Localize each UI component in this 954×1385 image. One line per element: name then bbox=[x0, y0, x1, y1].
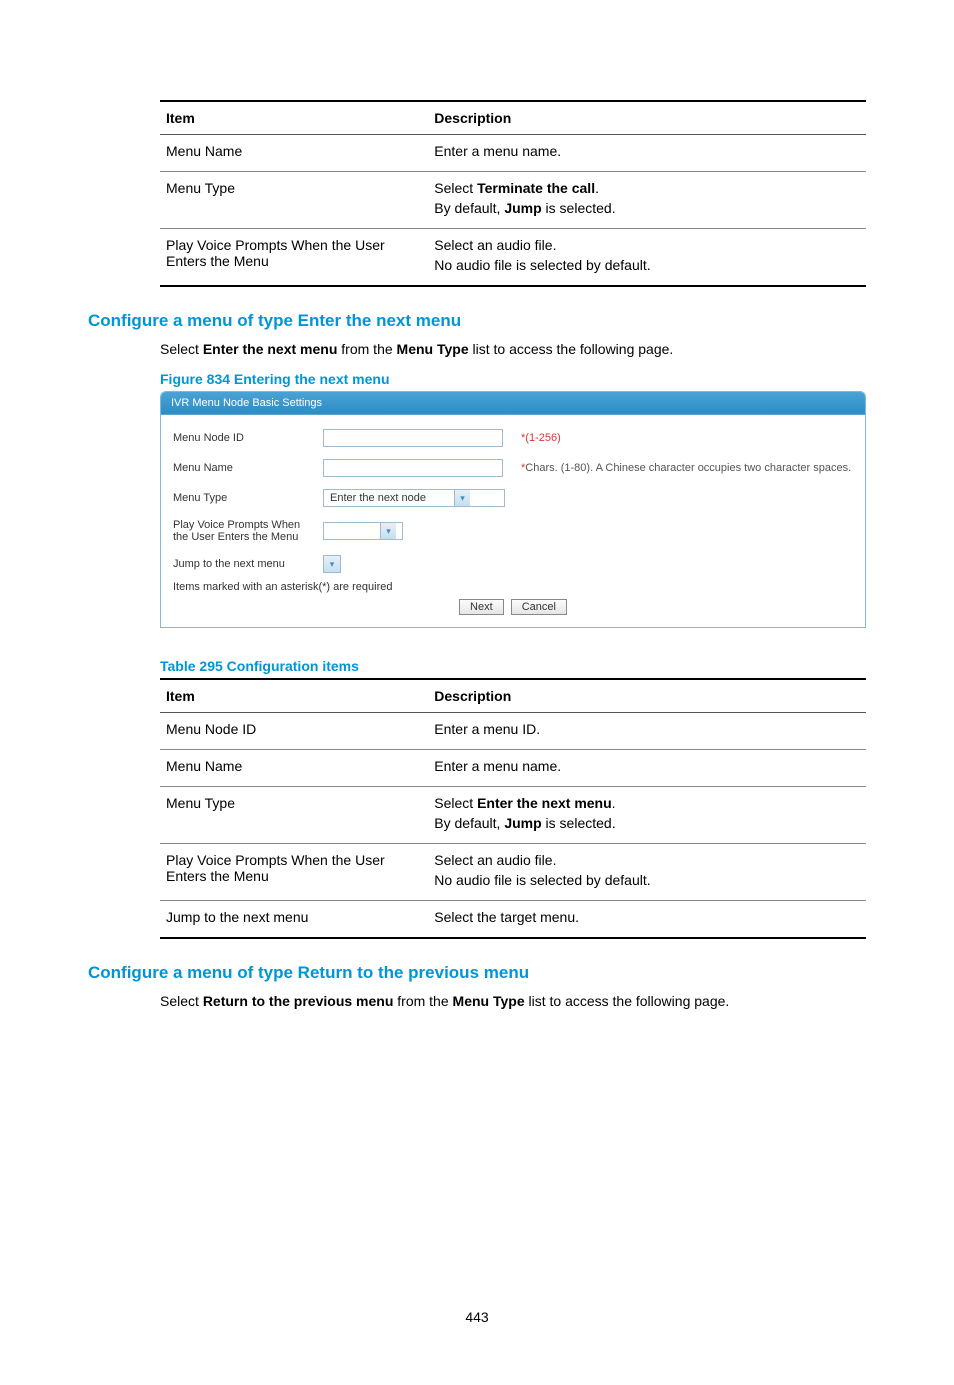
ivr-settings-panel: IVR Menu Node Basic Settings Menu Node I… bbox=[160, 391, 866, 628]
panel-header: IVR Menu Node Basic Settings bbox=[161, 392, 865, 415]
chevron-down-icon: ▾ bbox=[324, 556, 340, 572]
config-table-terminate: Item Description Menu NameEnter a menu n… bbox=[160, 100, 866, 287]
table-row: Menu TypeSelect Enter the next menu.By d… bbox=[160, 787, 866, 844]
cancel-button[interactable]: Cancel bbox=[511, 599, 567, 615]
table-row: Play Voice Prompts When the User Enters … bbox=[160, 844, 866, 901]
table-a-body: Menu NameEnter a menu name.Menu TypeSele… bbox=[160, 135, 866, 287]
select-voice-prompt[interactable]: ▾ bbox=[323, 522, 403, 540]
cell-item: Menu Name bbox=[160, 750, 428, 787]
cell-item: Play Voice Prompts When the User Enters … bbox=[160, 844, 428, 901]
table-row: Menu Node IDEnter a menu ID. bbox=[160, 713, 866, 750]
config-table-enter-next: Item Description Menu Node IDEnter a men… bbox=[160, 678, 866, 939]
label-voice-prompt: Play Voice Prompts When the User Enters … bbox=[173, 519, 323, 543]
cell-item: Menu Node ID bbox=[160, 713, 428, 750]
section-heading-enter-next: Configure a menu of type Enter the next … bbox=[88, 311, 866, 331]
label-menu-node-id: Menu Node ID bbox=[173, 432, 323, 444]
cell-item: Jump to the next menu bbox=[160, 901, 428, 939]
hint-id: *(1-256) bbox=[521, 432, 561, 444]
table-b-caption: Table 295 Configuration items bbox=[160, 658, 866, 674]
select-menu-type[interactable]: Enter the next node ▾ bbox=[323, 489, 505, 507]
cell-desc: Select Enter the next menu.By default, J… bbox=[428, 787, 866, 844]
chevron-down-icon: ▾ bbox=[454, 490, 470, 506]
input-menu-node-id[interactable] bbox=[323, 429, 503, 447]
table-b-body: Menu Node IDEnter a menu ID.Menu NameEnt… bbox=[160, 713, 866, 939]
cell-desc: Enter a menu name. bbox=[428, 750, 866, 787]
cell-desc: Select Terminate the call.By default, Ju… bbox=[428, 172, 866, 229]
label-jump-next: Jump to the next menu bbox=[173, 558, 323, 570]
cell-desc: Enter a menu ID. bbox=[428, 713, 866, 750]
section1-text: Select Enter the next menu from the Menu… bbox=[160, 341, 866, 357]
cell-item: Menu Type bbox=[160, 172, 428, 229]
figure-caption: Figure 834 Entering the next menu bbox=[160, 371, 866, 387]
chevron-down-icon: ▾ bbox=[380, 523, 396, 539]
table-row: Menu NameEnter a menu name. bbox=[160, 750, 866, 787]
cell-item: Play Voice Prompts When the User Enters … bbox=[160, 229, 428, 287]
th-desc: Description bbox=[428, 101, 866, 135]
table-row: Menu TypeSelect Terminate the call.By de… bbox=[160, 172, 866, 229]
label-menu-name: Menu Name bbox=[173, 462, 323, 474]
th-item: Item bbox=[160, 679, 428, 713]
cell-desc: Select an audio file.No audio file is se… bbox=[428, 229, 866, 287]
hint-name: **Chars. (1-80). A Chinese character occ… bbox=[521, 462, 851, 474]
cell-item: Menu Type bbox=[160, 787, 428, 844]
input-menu-name[interactable] bbox=[323, 459, 503, 477]
next-button[interactable]: Next bbox=[459, 599, 504, 615]
cell-item: Menu Name bbox=[160, 135, 428, 172]
cell-desc: Enter a menu name. bbox=[428, 135, 866, 172]
section-heading-return-prev: Configure a menu of type Return to the p… bbox=[88, 963, 866, 983]
label-menu-type: Menu Type bbox=[173, 492, 323, 504]
table-row: Menu NameEnter a menu name. bbox=[160, 135, 866, 172]
th-desc: Description bbox=[428, 679, 866, 713]
cell-desc: Select the target menu. bbox=[428, 901, 866, 939]
cell-desc: Select an audio file.No audio file is se… bbox=[428, 844, 866, 901]
table-row: Jump to the next menuSelect the target m… bbox=[160, 901, 866, 939]
page-number: 443 bbox=[88, 1309, 866, 1325]
th-item: Item bbox=[160, 101, 428, 135]
required-note: Items marked with an asterisk(*) are req… bbox=[161, 579, 865, 593]
section2-text: Select Return to the previous menu from … bbox=[160, 993, 866, 1009]
select-jump-next[interactable]: ▾ bbox=[323, 555, 341, 573]
table-row: Play Voice Prompts When the User Enters … bbox=[160, 229, 866, 287]
